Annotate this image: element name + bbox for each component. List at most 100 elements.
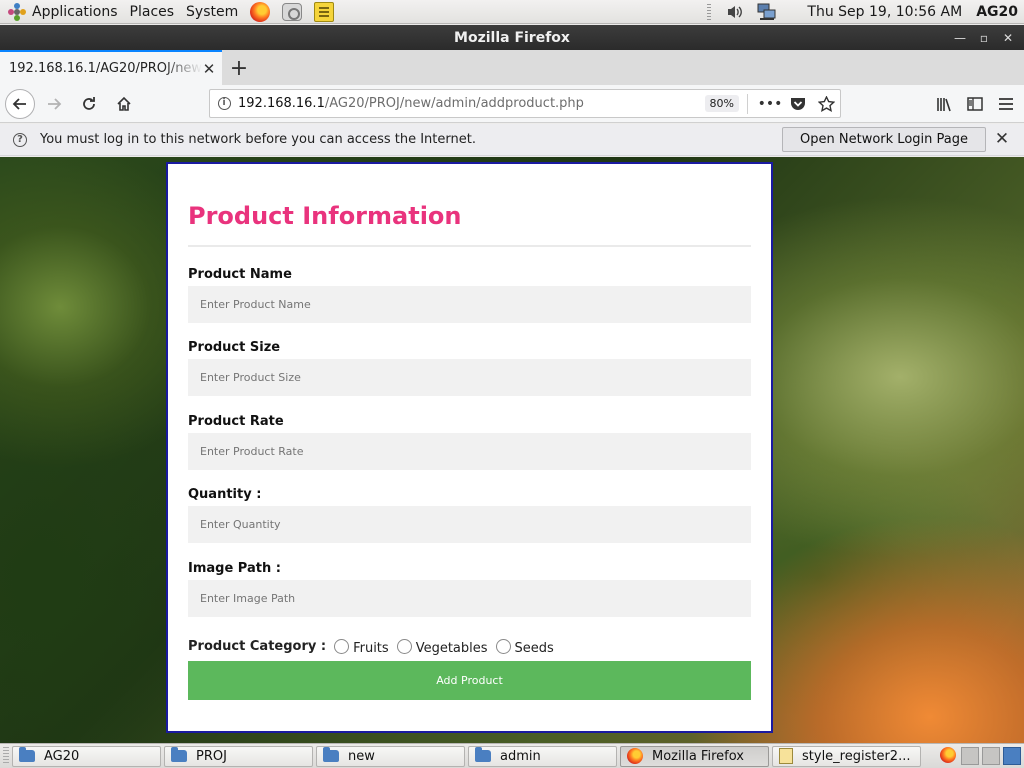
places-menu[interactable]: Places <box>124 0 181 24</box>
show-desktop-icon[interactable] <box>1003 747 1021 765</box>
taskbar-item-firefox[interactable]: Mozilla Firefox <box>620 745 769 767</box>
category-option-vegetables[interactable]: Vegetables <box>396 636 488 656</box>
product-rate-label: Product Rate <box>188 414 284 429</box>
site-info-icon[interactable]: i <box>210 97 238 110</box>
close-window-icon[interactable]: ✕ <box>996 31 1020 45</box>
taskbar-item-label: PROJ <box>196 748 227 764</box>
panel-clock[interactable]: Thu Sep 19, 10:56 AM <box>807 4 962 20</box>
taskbar-handle <box>3 747 9 765</box>
url-text[interactable]: 192.168.16.1/AG20/PROJ/new/admin/addprod… <box>238 96 705 111</box>
bottom-taskbar: AG20 PROJ new admin Mozilla Firefox styl… <box>0 743 1024 768</box>
folder-icon <box>323 747 339 762</box>
product-size-input[interactable] <box>188 359 751 396</box>
window-titlebar[interactable]: Mozilla Firefox — ▫ ✕ <box>0 25 1024 50</box>
zoom-indicator[interactable]: 80% <box>704 95 739 112</box>
maximize-icon[interactable]: ▫ <box>972 31 996 45</box>
taskbar-item-label: style_register2... <box>802 748 911 764</box>
minimize-icon[interactable]: — <box>948 31 972 45</box>
mail-launcher-icon[interactable] <box>281 1 303 23</box>
forward-button[interactable] <box>38 88 70 120</box>
firefox-icon <box>627 748 643 764</box>
workspace-1[interactable] <box>961 747 979 765</box>
network-icon[interactable] <box>757 2 777 22</box>
quantity-label: Quantity : <box>188 487 262 502</box>
taskbar-item-admin[interactable]: admin <box>468 745 617 767</box>
arrow-right-icon <box>48 97 62 110</box>
add-product-button[interactable]: Add Product <box>188 661 751 700</box>
taskbar-item-ag20[interactable]: AG20 <box>12 745 161 767</box>
window-title: Mozilla Firefox <box>454 29 570 46</box>
hamburger-menu-icon[interactable] <box>990 88 1021 120</box>
firefox-window-icon <box>6 29 23 46</box>
folder-icon <box>19 747 35 762</box>
url-separator <box>747 93 748 114</box>
taskbar-item-proj[interactable]: PROJ <box>164 745 313 767</box>
reload-icon <box>83 96 95 110</box>
volume-icon[interactable] <box>725 2 745 22</box>
network-login-notification: ? You must log in to this network before… <box>0 124 1024 156</box>
category-seeds-label: Seeds <box>514 641 554 656</box>
radio-seeds[interactable] <box>495 638 511 654</box>
category-fruits-label: Fruits <box>353 641 389 656</box>
library-icon[interactable] <box>928 88 959 120</box>
arrow-left-icon <box>12 97 26 110</box>
image-path-label: Image Path : <box>188 561 281 576</box>
taskbar-item-label: Mozilla Firefox <box>652 748 744 764</box>
form-title: Product Information <box>188 202 462 230</box>
page-viewport: Product Information Product Name Product… <box>0 157 1024 743</box>
firefox-launcher-icon[interactable] <box>249 1 271 23</box>
taskbar-item-label: admin <box>500 748 541 764</box>
sidebar-icon[interactable] <box>959 88 990 120</box>
product-name-label: Product Name <box>188 267 292 282</box>
workspace-2[interactable] <box>982 747 1000 765</box>
pocket-icon[interactable] <box>784 90 812 118</box>
home-icon <box>117 96 131 111</box>
category-option-fruits[interactable]: Fruits <box>334 636 389 656</box>
taskbar-item-new[interactable]: new <box>316 745 465 767</box>
top-panel: Applications Places System Thu Sep 19, 1… <box>0 0 1024 24</box>
home-button[interactable] <box>108 88 140 120</box>
folder-icon <box>475 747 491 762</box>
product-size-label: Product Size <box>188 340 281 355</box>
applications-label: Applications <box>32 3 118 20</box>
navigation-toolbar: i 192.168.16.1/AG20/PROJ/new/admin/addpr… <box>0 85 1024 123</box>
product-rate-input[interactable] <box>188 433 751 470</box>
new-tab-button[interactable]: + <box>222 51 256 85</box>
folder-icon <box>171 747 187 762</box>
text-editor-icon <box>779 748 793 764</box>
taskbar-item-label: AG20 <box>44 748 80 764</box>
title-divider <box>188 245 751 247</box>
notification-close-icon[interactable]: ✕ <box>994 131 1010 148</box>
category-option-seeds[interactable]: Seeds <box>495 636 554 656</box>
quantity-input[interactable] <box>188 506 751 543</box>
tab-title: 192.168.16.1/AG20/PROJ/new/admin/addprod… <box>9 61 202 76</box>
url-path: /AG20/PROJ/new/admin/addproduct.php <box>324 96 584 111</box>
category-vegetables-label: Vegetables <box>415 641 488 656</box>
radio-fruits[interactable] <box>334 638 350 654</box>
system-menu[interactable]: System <box>180 0 244 24</box>
product-category-label: Product Category : <box>188 638 327 654</box>
tab-addproduct[interactable]: 192.168.16.1/AG20/PROJ/new/admin/addprod… <box>0 50 222 85</box>
reload-button[interactable] <box>73 88 105 120</box>
tray-handle <box>707 4 712 20</box>
radio-vegetables[interactable] <box>396 638 412 654</box>
question-icon: ? <box>13 132 27 147</box>
tab-close-icon[interactable]: ✕ <box>202 60 216 78</box>
bookmark-star-icon[interactable] <box>812 90 840 118</box>
open-network-login-button[interactable]: Open Network Login Page <box>782 127 986 152</box>
notes-launcher-icon[interactable] <box>313 1 335 23</box>
notification-message: You must log in to this network before y… <box>40 132 476 147</box>
product-category-group: Product Category : Fruits Vegetables See… <box>188 636 751 656</box>
taskbar-item-style-register[interactable]: style_register2... <box>772 745 921 767</box>
product-name-input[interactable] <box>188 286 751 323</box>
page-actions-icon[interactable]: ••• <box>756 90 784 118</box>
panel-hostname: AG20 <box>976 4 1018 20</box>
applications-menu[interactable]: Applications <box>0 0 124 24</box>
url-host: 192.168.16.1 <box>238 96 325 111</box>
gnome-foot-icon <box>8 2 26 21</box>
product-form-card: Product Information Product Name Product… <box>166 162 773 733</box>
image-path-input[interactable] <box>188 580 751 617</box>
back-button[interactable] <box>5 88 35 119</box>
url-bar[interactable]: i 192.168.16.1/AG20/PROJ/new/admin/addpr… <box>209 89 841 118</box>
firefox-mini-icon[interactable] <box>940 747 958 765</box>
